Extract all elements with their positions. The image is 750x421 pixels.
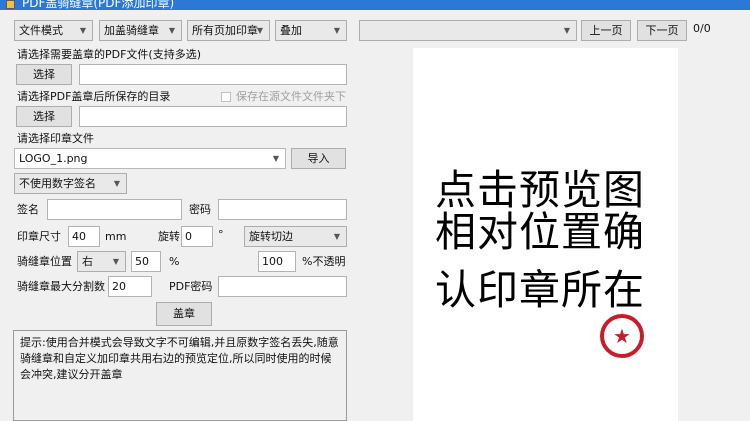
page-scope-select[interactable]: 所有页加印章 ▼ — [187, 20, 270, 41]
stamp-star-icon: ★ — [600, 314, 644, 358]
output-dir-field[interactable] — [79, 106, 347, 127]
signature-password-field[interactable] — [218, 199, 347, 220]
stamp-size-unit: mm — [105, 230, 127, 243]
seam-percent-field[interactable]: 50 — [131, 251, 161, 272]
preview-file-select[interactable]: ▼ — [359, 20, 577, 41]
page-scope-value: 所有页加印章 — [192, 24, 258, 37]
chevron-down-icon: ▼ — [563, 26, 571, 35]
signature-password-label: 密码 — [189, 203, 211, 216]
tip-textbox[interactable]: 提示:使用合并模式会导致文字不可编辑,并且原数字签名丢失,随意骑缝章和自定义加印… — [13, 330, 347, 421]
chevron-down-icon: ▼ — [112, 257, 120, 266]
signature-name-label: 签名 — [17, 203, 39, 216]
stamp-button[interactable]: 盖章 — [156, 302, 212, 326]
chevron-down-icon: ▼ — [256, 26, 264, 35]
chevron-down-icon: ▼ — [113, 179, 121, 188]
blend-select[interactable]: 叠加 ▼ — [275, 20, 347, 41]
stamp-type-select[interactable]: 加盖骑缝章 ▼ — [99, 20, 182, 41]
digital-signature-value: 不使用数字签名 — [19, 177, 96, 190]
stamp-size-label: 印章尺寸 — [17, 230, 61, 243]
rotate-mode-select[interactable]: 旋转切边 ▼ — [244, 226, 347, 247]
pdf-password-field[interactable] — [218, 276, 347, 297]
opacity-label: %不透明 — [302, 255, 346, 268]
page-counter: 0/0 — [693, 22, 711, 35]
pdf-files-field[interactable] — [79, 64, 347, 85]
pdf-password-label: PDF密码 — [169, 280, 213, 293]
seam-percent-unit: % — [169, 255, 180, 268]
max-split-label: 骑缝章最大分割数 — [17, 280, 105, 293]
seam-side-value: 右 — [82, 255, 93, 268]
preview-text-line-1: 点击预览图 — [435, 166, 645, 214]
save-in-source-checkbox[interactable] — [221, 92, 231, 102]
save-in-source-label: 保存在源文件文件夹下 — [236, 90, 346, 103]
preview-panel[interactable]: 点击预览图 相对位置确 认印章所在 ★ — [413, 48, 678, 421]
seam-side-select[interactable]: 右 ▼ — [77, 251, 126, 272]
blend-value: 叠加 — [280, 24, 302, 37]
chevron-down-icon: ▼ — [272, 154, 280, 163]
opacity-field[interactable]: 100 — [258, 251, 296, 272]
max-split-field[interactable]: 20 — [108, 276, 152, 297]
chevron-down-icon: ▼ — [333, 26, 341, 35]
mode-select[interactable]: 文件模式 ▼ — [14, 20, 93, 41]
stamp-size-field[interactable]: 40 — [68, 226, 100, 247]
import-stamp-button[interactable]: 导入 — [291, 148, 346, 169]
mode-select-value: 文件模式 — [19, 24, 63, 37]
digital-signature-select[interactable]: 不使用数字签名 ▼ — [14, 173, 127, 194]
seam-position-label: 骑缝章位置 — [17, 255, 72, 268]
output-dir-label: 请选择PDF盖章后所保存的目录 — [17, 90, 171, 103]
rotate-label: 旋转 — [158, 230, 180, 243]
stamp-file-select[interactable]: LOGO_1.png ▼ — [14, 148, 286, 169]
select-pdf-button[interactable]: 选择 — [16, 64, 72, 85]
prev-page-button[interactable]: 上一页 — [581, 20, 631, 41]
chevron-down-icon: ▼ — [79, 26, 87, 35]
pdf-files-label: 请选择需要盖章的PDF文件(支持多选) — [17, 48, 202, 61]
stamp-file-label: 请选择印章文件 — [17, 132, 94, 145]
rotate-field[interactable]: 0 — [181, 226, 213, 247]
chevron-down-icon: ▼ — [333, 232, 341, 241]
signature-name-field[interactable] — [47, 199, 182, 220]
select-output-dir-button[interactable]: 选择 — [16, 106, 72, 127]
preview-text-line-3: 认印章所在 — [435, 266, 645, 314]
window-title: PDF盖骑缝章(PDF添加印章) — [22, 0, 175, 10]
degree-unit: ° — [218, 228, 224, 241]
stamp-file-value: LOGO_1.png — [19, 152, 88, 165]
preview-text-line-2: 相对位置确 — [435, 208, 645, 256]
next-page-button[interactable]: 下一页 — [637, 20, 687, 41]
stamp-type-value: 加盖骑缝章 — [104, 24, 159, 37]
title-bar: PDF盖骑缝章(PDF添加印章) — [0, 0, 750, 10]
app-icon — [6, 0, 15, 9]
chevron-down-icon: ▼ — [168, 26, 176, 35]
rotate-mode-value: 旋转切边 — [249, 230, 293, 243]
